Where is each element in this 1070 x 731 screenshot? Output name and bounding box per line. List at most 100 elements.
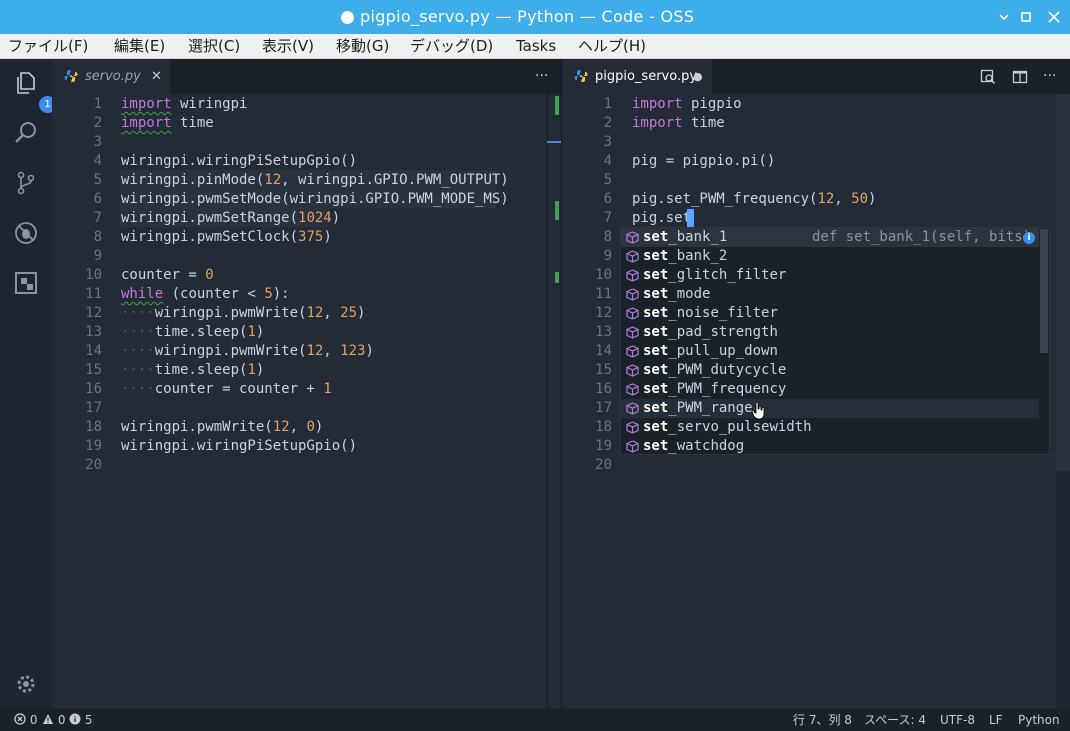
line-number: 19 [595, 438, 612, 454]
cursor-position[interactable]: 行 7、列 8 [793, 709, 852, 731]
code-line: import wiringpi [121, 95, 247, 114]
code-line: pig.set [632, 209, 691, 228]
code-line: import time [632, 114, 725, 133]
suggest-widget[interactable]: set_bank_1 def set_bank_1(self, bits) i set… [620, 227, 1050, 455]
menu-view[interactable]: 表示(V) [262, 34, 314, 59]
suggestion-item[interactable]: set_PWM_dutycycle [621, 361, 1039, 380]
line-number: 16 [595, 381, 612, 397]
hand-pointer-icon [752, 402, 765, 420]
suggestion-match: set [643, 381, 669, 397]
menu-selection[interactable]: 選択(C) [188, 34, 240, 59]
code-token: , [323, 343, 341, 359]
open-changes-icon[interactable] [980, 69, 996, 85]
dirty-dot-icon[interactable]: ● [693, 59, 703, 94]
suggestion-match: set [643, 343, 669, 359]
suggestion-item[interactable]: set_pad_strength [621, 323, 1039, 342]
maximize-button[interactable] [1016, 7, 1036, 27]
python-file-icon [64, 70, 78, 82]
suggestion-label: set_glitch_filter [643, 266, 786, 285]
tab-pigpio-servo-py[interactable]: pigpio_servo.py ● [562, 59, 712, 94]
number-token: 12 [306, 343, 324, 359]
code-token: wiringpi.pwmWrite( [154, 343, 307, 359]
line-number: 10 [85, 267, 102, 283]
code-token: pig = pigpio.pi() [632, 153, 776, 169]
code-token: time.sleep( [154, 324, 248, 340]
suggestion-item[interactable]: set_PWM_frequency [621, 380, 1039, 399]
indentation[interactable]: スペース: 4 [864, 709, 926, 731]
menu-go[interactable]: 移動(G) [336, 34, 389, 59]
code-token: ) [314, 419, 324, 435]
line-number: 15 [85, 362, 102, 378]
suggestion-item[interactable]: set_pull_up_down [621, 342, 1039, 361]
tab-close-icon[interactable]: ✕ [151, 59, 162, 94]
code-token: pig.set [632, 210, 692, 226]
suggestion-item[interactable]: set_bank_1 def set_bank_1(self, bits) i [621, 228, 1039, 247]
menu-bar: ファイル(F) 編集(E) 選択(C) 表示(V) 移動(G) デバッグ(D) … [0, 34, 1070, 59]
suggestion-item[interactable]: set_servo_pulsewidth [621, 418, 1039, 437]
menu-edit[interactable]: 編集(E) [114, 34, 165, 59]
line-number: 14 [595, 343, 612, 359]
line-number: 2 [603, 115, 612, 131]
code-line: counter = 0 [121, 266, 214, 285]
number-token: 1 [323, 381, 332, 397]
menu-tasks[interactable]: Tasks [516, 34, 556, 59]
git-change-marker [555, 96, 559, 115]
code-line: pig.set_PWM_frequency(12, 50) [632, 190, 876, 209]
end-of-line[interactable]: LF [989, 709, 1003, 731]
code-line: ····time.sleep(1) [121, 323, 264, 342]
more-actions-icon[interactable]: ··· [535, 59, 548, 94]
info-icon[interactable]: i [1023, 232, 1035, 244]
gear-icon[interactable] [13, 671, 39, 697]
menu-help[interactable]: ヘルプ(H) [578, 34, 646, 59]
code-line: wiringpi.pwmSetMode(wiringpi.GPIO.PWM_MO… [121, 190, 509, 209]
method-cube-icon [626, 231, 639, 244]
code-token: counter = [121, 267, 206, 283]
scrollbar-thumb[interactable] [1056, 94, 1070, 471]
suggestion-item[interactable]: set_bank_2 [621, 247, 1039, 266]
split-editor-icon[interactable] [1012, 69, 1028, 85]
menu-file[interactable]: ファイル(F) [8, 34, 88, 59]
language-mode[interactable]: Python [1018, 709, 1060, 731]
method-cube-icon [626, 326, 639, 339]
suggestion-match: set [643, 324, 669, 340]
explorer-icon[interactable]: 1 [13, 70, 56, 113]
error-icon [14, 713, 26, 725]
line-number: 7 [603, 210, 612, 226]
suggest-scrollbar[interactable] [1040, 229, 1048, 353]
suggestion-rest: _noise_filter [668, 305, 778, 321]
source-control-icon[interactable] [13, 170, 39, 196]
number-token: 50 [851, 191, 869, 207]
menu-debug[interactable]: デバッグ(D) [410, 34, 493, 59]
tab-servo-py[interactable]: servo.py ✕ [52, 59, 170, 94]
suggestion-label: set_PWM_dutycycle [643, 361, 786, 380]
left-tab-strip: servo.py ✕ ··· [52, 59, 562, 94]
left-code-area[interactable]: 1 import wiringpi 2 import time 3 4 wiringpi.w… [52, 94, 562, 709]
suggestion-item[interactable]: set_mode [621, 285, 1039, 304]
line-number: 12 [595, 305, 612, 321]
suggestion-item[interactable]: set_PWM_range [621, 399, 1039, 418]
activity-bar: 1 [0, 59, 56, 709]
minimize-button[interactable] [994, 7, 1014, 27]
number-token: 0 [306, 419, 315, 435]
code-token: time [682, 115, 725, 131]
errors-indicator[interactable]: 0 [14, 709, 37, 731]
warnings-indicator[interactable]: 0 [42, 709, 65, 731]
info-count: 5 [84, 713, 93, 727]
suggestion-item[interactable]: set_glitch_filter [621, 266, 1039, 285]
search-icon[interactable] [13, 120, 39, 146]
code-token: wiringpi.pwmSetClock( [121, 229, 299, 245]
debug-icon[interactable] [13, 220, 39, 246]
extensions-icon[interactable] [13, 270, 39, 296]
close-button[interactable] [1044, 7, 1064, 27]
code-line: import pigpio [632, 95, 742, 114]
suggestion-item[interactable]: set_noise_filter [621, 304, 1039, 323]
unsaved-dot-icon [341, 11, 354, 24]
more-actions-icon[interactable]: ··· [1043, 59, 1056, 94]
code-line: ····counter = counter + 1 [121, 380, 332, 399]
encoding[interactable]: UTF-8 [940, 709, 975, 731]
infos-indicator[interactable]: 5 [69, 709, 92, 731]
code-token: wiringpi.pwmSetMode(wiringpi.GPIO.PWM_MO… [121, 191, 509, 207]
suggestion-item[interactable]: set_watchdog [621, 437, 1039, 456]
line-number: 20 [85, 457, 102, 473]
code-token: , wiringpi.GPIO.PWM_OUTPUT) [281, 172, 509, 188]
